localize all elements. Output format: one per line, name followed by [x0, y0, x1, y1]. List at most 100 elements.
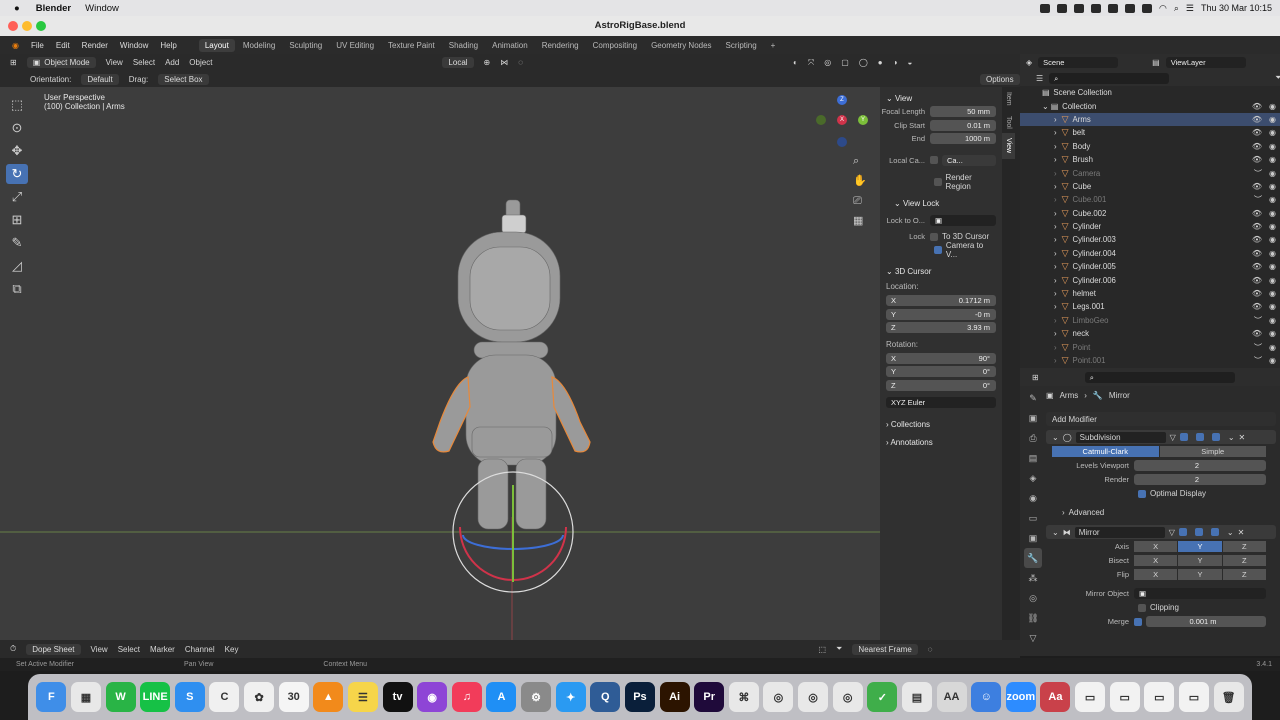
cage-toggle[interactable]: [1179, 433, 1188, 441]
sidebar-tab-view[interactable]: View: [1002, 133, 1015, 159]
bisect-z-toggle[interactable]: Z: [1222, 555, 1266, 566]
eye-icon[interactable]: 👁: [1252, 289, 1262, 298]
pivot-icon[interactable]: ⊕: [484, 58, 491, 67]
cursor-z-field[interactable]: 3.93 m: [901, 322, 996, 334]
levels-viewport-field[interactable]: 2: [1134, 460, 1266, 471]
outliner-item[interactable]: › ▽ Cylinder.006 👁 ◉: [1020, 273, 1280, 286]
options-dropdown[interactable]: Options: [980, 73, 1020, 85]
proportional-edit-icon[interactable]: ◌: [928, 645, 933, 654]
gizmo-icon[interactable]: ⤧: [808, 58, 814, 68]
camera-icon[interactable]: ◉: [1269, 262, 1276, 271]
expand-arrow-icon[interactable]: ›: [1054, 182, 1057, 191]
annotate-icon[interactable]: ✎: [6, 233, 28, 253]
eye-icon[interactable]: ︶: [1254, 315, 1262, 326]
outliner-item[interactable]: › ▽ Legs.001 👁 ◉: [1020, 300, 1280, 313]
view-object-types-icon[interactable]: ◐: [793, 58, 798, 67]
properties-editor-icon[interactable]: ⊞: [1032, 373, 1039, 382]
filter-icon[interactable]: ⏷: [1275, 73, 1280, 83]
rotate-icon[interactable]: ↻: [6, 164, 28, 184]
outliner-search-input[interactable]: ⌕: [1049, 72, 1170, 84]
status-icon[interactable]: [1039, 3, 1050, 13]
status-icon[interactable]: [1056, 3, 1067, 13]
collapse-icon[interactable]: ⌄: [1052, 433, 1059, 442]
nav-gizmo-x[interactable]: X: [837, 115, 847, 125]
3d-viewport[interactable]: User Perspective (100) Collection | Arms…: [0, 87, 880, 640]
eye-icon[interactable]: ︶: [1254, 194, 1262, 205]
snap-icon[interactable]: ⋈: [500, 58, 508, 67]
flip-x-toggle[interactable]: X: [1134, 569, 1178, 580]
tab-modeling[interactable]: Modeling: [237, 39, 281, 52]
scene-selector[interactable]: Scene: [1038, 56, 1119, 68]
tab-sculpting[interactable]: Sculpting: [283, 39, 328, 52]
local-camera-field[interactable]: Ca...: [942, 154, 996, 166]
camera-icon[interactable]: ◉: [1269, 195, 1276, 204]
dock-app-icon[interactable]: ▲: [313, 682, 344, 712]
tab-rendering[interactable]: Rendering: [536, 39, 585, 52]
dock-app-icon[interactable]: ▭: [1178, 682, 1209, 712]
shading-solid-icon[interactable]: ●: [878, 58, 883, 67]
dock-app-icon[interactable]: C: [209, 682, 240, 712]
dock-app-icon[interactable]: Q: [590, 682, 621, 712]
tab-compositing[interactable]: Compositing: [587, 39, 643, 52]
eye-icon[interactable]: 👁: [1252, 142, 1262, 151]
orientation-dropdown[interactable]: Default: [81, 73, 119, 85]
collection-row[interactable]: ⌄ ▤ Collection 👁 ◉: [1020, 99, 1280, 112]
dock-app-icon[interactable]: ✓: [867, 682, 898, 712]
render-region-checkbox[interactable]: [934, 177, 942, 186]
axis-y-toggle[interactable]: Y: [1178, 541, 1222, 552]
dock-app-icon[interactable]: ▤: [901, 682, 932, 712]
dock-app-icon[interactable]: ⚙: [521, 682, 552, 712]
ds-menu-marker[interactable]: Marker: [150, 645, 175, 654]
rotation-mode-dropdown[interactable]: XYZ Euler: [886, 397, 996, 409]
camera-icon[interactable]: ◉: [1269, 356, 1276, 365]
dock-app-icon[interactable]: ▭: [1144, 682, 1175, 712]
nav-gizmo-neg-z[interactable]: [837, 137, 847, 147]
render-levels-field[interactable]: 2: [1134, 474, 1266, 485]
clipping-checkbox[interactable]: [1138, 603, 1146, 612]
camera-to-view-checkbox[interactable]: [934, 246, 942, 255]
expand-arrow-icon[interactable]: ›: [1054, 289, 1057, 298]
camera-icon[interactable]: ◉: [1269, 276, 1276, 285]
clip-end-field[interactable]: 1000 m: [930, 133, 996, 145]
nav-gizmo-z[interactable]: Z: [837, 95, 847, 105]
expand-arrow-icon[interactable]: ›: [1054, 142, 1057, 151]
expand-arrow-icon[interactable]: ›: [1054, 249, 1057, 258]
dock-app-icon[interactable]: ✿: [244, 682, 275, 712]
expand-arrow-icon[interactable]: ›: [1054, 209, 1057, 218]
tab-shading[interactable]: Shading: [443, 39, 484, 52]
tab-uv-editing[interactable]: UV Editing: [330, 39, 380, 52]
search-icon[interactable]: ⌕: [1174, 3, 1179, 14]
transform-icon[interactable]: ⊞: [6, 210, 28, 230]
camera-icon[interactable]: ◉: [1269, 289, 1276, 298]
modifier-tab-icon[interactable]: 🔧: [1024, 548, 1042, 568]
add-cube-icon[interactable]: ⧉: [6, 279, 28, 299]
tab-layout[interactable]: Layout: [198, 38, 235, 52]
outliner-item[interactable]: › ▽ Point ︶ ◉: [1020, 340, 1280, 353]
move-icon[interactable]: ✥: [6, 141, 28, 161]
axis-x-toggle[interactable]: X: [1134, 541, 1178, 552]
expand-arrow-icon[interactable]: ›: [1054, 115, 1057, 124]
dropdown-icon[interactable]: ⌄: [1227, 528, 1234, 537]
minimize-window-button[interactable]: [22, 21, 32, 31]
rotation-y-field[interactable]: 0°: [902, 366, 996, 378]
status-icon[interactable]: [1090, 3, 1101, 13]
zoom-window-button[interactable]: [36, 21, 46, 31]
view-lock-header[interactable]: ⌄ View Lock: [880, 197, 1002, 210]
dock-app-icon[interactable]: ☰: [347, 682, 378, 712]
select-box-icon[interactable]: ⬚: [6, 95, 28, 115]
scale-icon[interactable]: ⤢: [6, 187, 28, 207]
only-selected-icon[interactable]: ⬚: [818, 645, 826, 654]
dock-app-icon[interactable]: ▦: [70, 682, 101, 712]
rotation-x-field[interactable]: 90°: [902, 352, 996, 364]
rotation-z-field[interactable]: 0°: [901, 379, 996, 391]
camera-view-icon[interactable]: ⎚: [853, 191, 867, 211]
wifi-icon[interactable]: ◠: [1159, 3, 1167, 14]
3d-cursor-header[interactable]: ⌄ 3D Cursor: [880, 265, 1002, 278]
add-modifier-dropdown[interactable]: Add Modifier: [1046, 412, 1276, 426]
perspective-grid-icon[interactable]: ▦: [853, 211, 867, 231]
simple-button[interactable]: Simple: [1159, 446, 1266, 457]
camera-icon[interactable]: ◉: [1269, 155, 1276, 164]
shading-material-icon[interactable]: ◑: [893, 58, 898, 67]
eye-icon[interactable]: 👁: [1252, 235, 1262, 244]
camera-icon[interactable]: ◉: [1269, 329, 1276, 338]
